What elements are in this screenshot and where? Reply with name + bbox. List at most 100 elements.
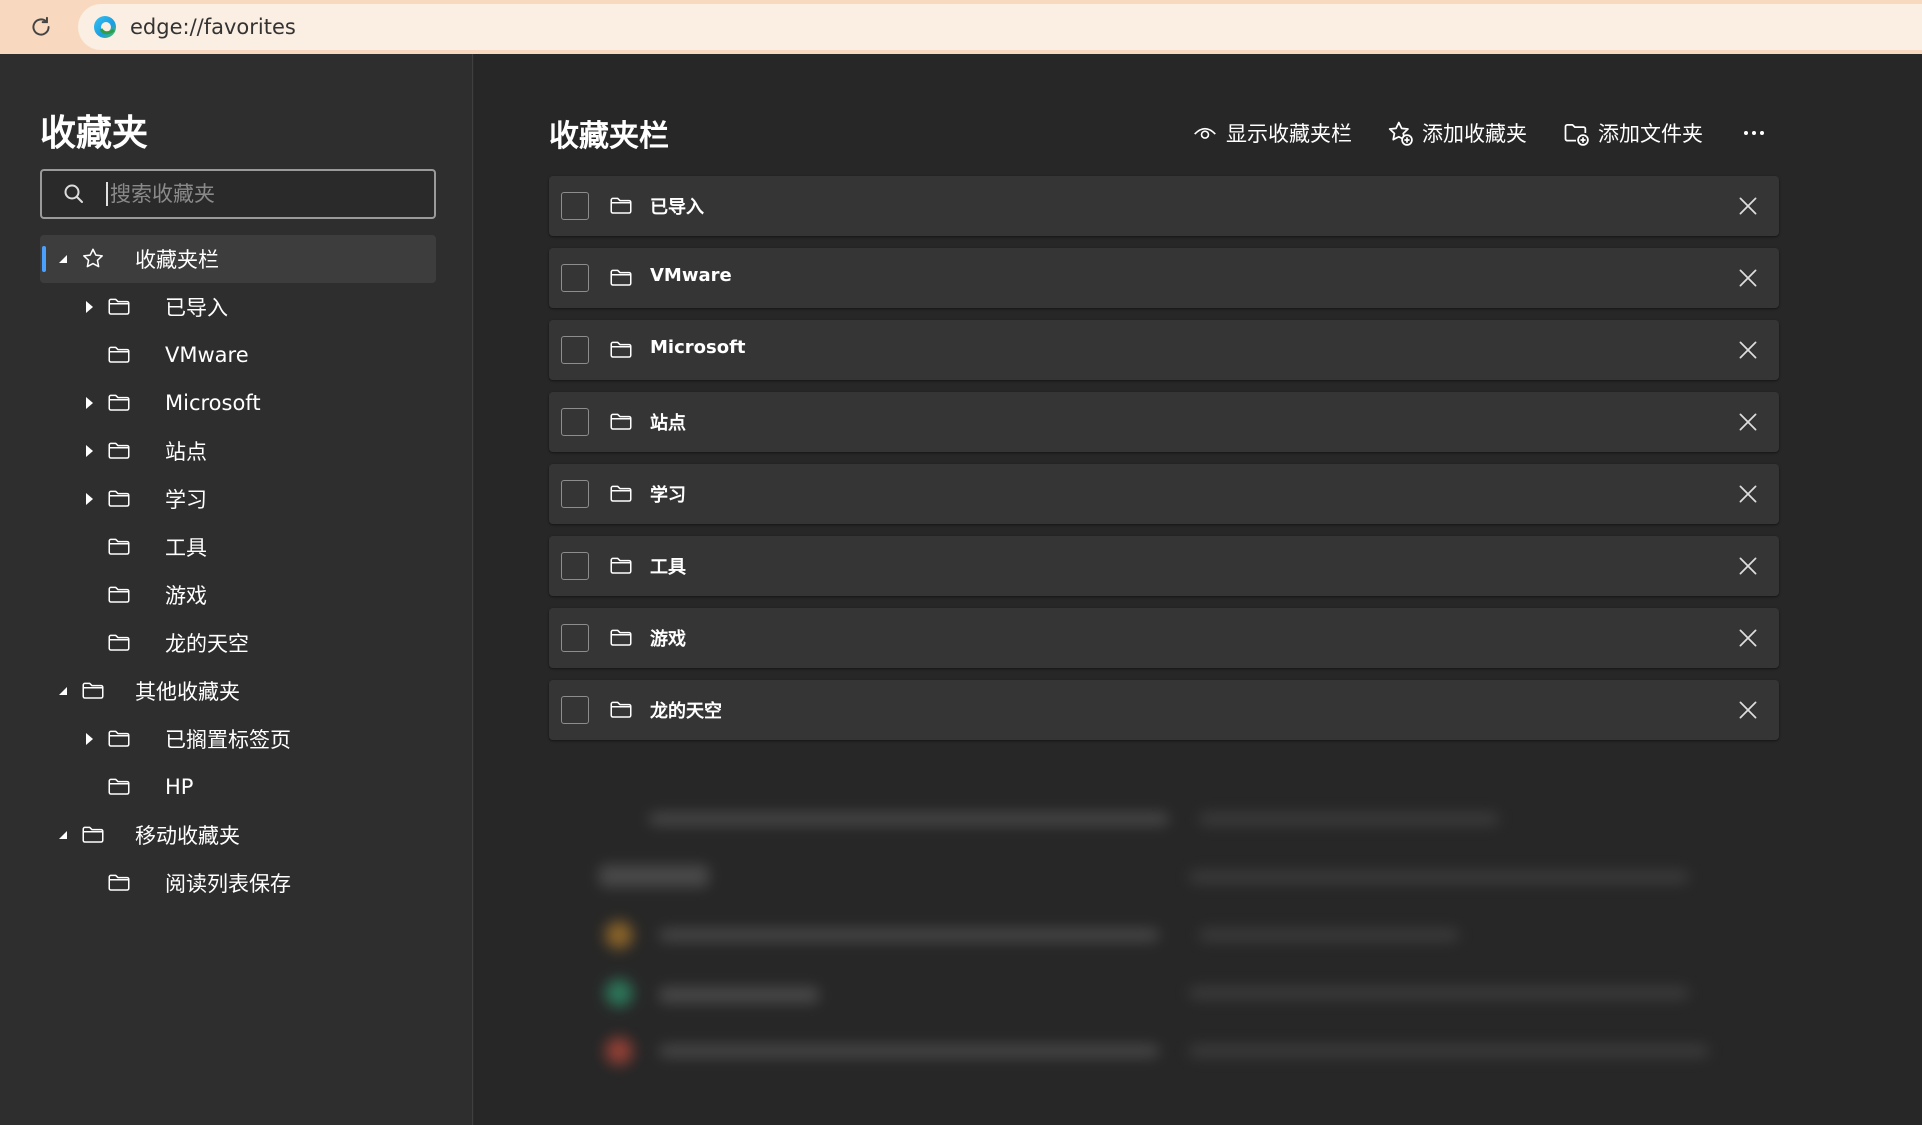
row-label: 工具 <box>650 557 686 578</box>
tree-item-label: Microsoft <box>165 391 261 415</box>
favorite-row[interactable]: 龙的天空 <box>549 680 1779 740</box>
show-favorites-bar-button[interactable]: 显示收藏夹栏 <box>1192 118 1352 148</box>
row-checkbox[interactable] <box>561 696 589 724</box>
close-icon[interactable] <box>1735 409 1761 435</box>
tree-item[interactable]: Microsoft <box>40 379 436 427</box>
url-field[interactable]: edge://favorites <box>78 4 1922 50</box>
row-label: 站点 <box>650 413 686 434</box>
tree-item[interactable]: 工具 <box>40 523 436 571</box>
row-label: 龙的天空 <box>650 701 722 722</box>
favorite-row[interactable]: 工具 <box>549 536 1779 596</box>
favorite-row[interactable]: 已导入 <box>549 176 1779 236</box>
page-title: 收藏夹栏 <box>549 119 669 154</box>
collapse-caret-icon[interactable] <box>82 444 96 458</box>
tree-item[interactable]: 阅读列表保存 <box>40 859 436 907</box>
folder-icon <box>108 346 130 363</box>
folder-add-icon <box>1564 123 1589 146</box>
more-options-icon <box>1744 131 1764 135</box>
favorite-row[interactable]: 站点 <box>549 392 1779 452</box>
close-icon[interactable] <box>1735 481 1761 507</box>
collapse-caret-icon[interactable] <box>82 492 96 506</box>
folder-icon <box>82 826 104 843</box>
folder-icon <box>108 298 130 315</box>
collapse-caret-icon[interactable] <box>82 300 96 314</box>
main-panel: 收藏夹栏 显示收藏夹栏 添加收藏夹 添加文件夹 已导入 VMware Microso… <box>474 54 1922 1125</box>
close-icon[interactable] <box>1735 625 1761 651</box>
blurred-row <box>549 847 1779 905</box>
collapse-caret-icon[interactable] <box>82 732 96 746</box>
row-checkbox[interactable] <box>561 192 589 220</box>
favorite-row[interactable]: Microsoft <box>549 320 1779 380</box>
tree-item-label: 其他收藏夹 <box>135 680 240 704</box>
tree-item[interactable]: 学习 <box>40 475 436 523</box>
row-label: 游戏 <box>650 629 686 650</box>
tree-item-label: 工具 <box>165 536 207 560</box>
tree-item-label: 阅读列表保存 <box>165 872 291 896</box>
close-icon[interactable] <box>1735 337 1761 363</box>
tree-item[interactable]: VMware <box>40 331 436 379</box>
close-icon[interactable] <box>1735 265 1761 291</box>
search-icon <box>64 184 83 203</box>
folder-icon <box>610 413 632 430</box>
add-folder-button[interactable]: 添加文件夹 <box>1562 118 1703 148</box>
row-checkbox[interactable] <box>561 480 589 508</box>
folder-tree: 收藏夹栏已导入 VMware Microsoft 站点学习工具游戏龙的天空其他收藏夹已… <box>40 235 436 907</box>
selection-indicator <box>42 246 46 272</box>
blurred-row <box>549 905 1779 963</box>
tree-item[interactable]: 站点 <box>40 427 436 475</box>
row-label: 已导入 <box>650 197 704 218</box>
eye-icon <box>1194 127 1216 139</box>
folder-icon <box>610 629 632 646</box>
row-checkbox[interactable] <box>561 336 589 364</box>
row-checkbox[interactable] <box>561 624 589 652</box>
folder-icon <box>82 682 104 699</box>
row-checkbox[interactable] <box>561 408 589 436</box>
folder-icon <box>108 394 130 411</box>
tree-item[interactable]: 游戏 <box>40 571 436 619</box>
row-checkbox[interactable] <box>561 264 589 292</box>
tree-item[interactable]: 收藏夹栏 <box>40 235 436 283</box>
folder-icon <box>108 442 130 459</box>
expand-caret-icon[interactable] <box>56 684 70 698</box>
expand-caret-icon[interactable] <box>56 252 70 266</box>
tree-item-label: 收藏夹栏 <box>135 248 219 272</box>
star-add-icon <box>1388 121 1413 146</box>
folder-icon <box>610 197 632 214</box>
tree-item[interactable]: HP <box>40 763 436 811</box>
tree-item[interactable]: 龙的天空 <box>40 619 436 667</box>
folder-icon <box>108 874 130 891</box>
tree-item[interactable]: 已导入 <box>40 283 436 331</box>
tree-item-label: 游戏 <box>165 584 207 608</box>
sidebar-title: 收藏夹 <box>40 113 149 154</box>
tree-item-label: 学习 <box>165 488 207 512</box>
search-input[interactable] <box>106 182 406 206</box>
collapse-caret-icon[interactable] <box>82 396 96 410</box>
tree-item[interactable]: 移动收藏夹 <box>40 811 436 859</box>
add-favorite-button[interactable]: 添加收藏夹 <box>1386 118 1527 148</box>
folder-icon <box>108 730 130 747</box>
more-options-button[interactable] <box>1739 118 1769 148</box>
blurred-content <box>549 789 1779 1109</box>
add-favorite-label: 添加收藏夹 <box>1422 122 1527 146</box>
tree-item-label: 龙的天空 <box>165 632 249 656</box>
tree-item-label: 站点 <box>165 440 207 464</box>
tree-item[interactable]: 其他收藏夹 <box>40 667 436 715</box>
row-label: VMware <box>650 265 732 286</box>
tree-item[interactable]: 已搁置标签页 <box>40 715 436 763</box>
row-label: Microsoft <box>650 337 746 358</box>
search-box[interactable] <box>40 169 436 219</box>
expand-caret-icon[interactable] <box>56 828 70 842</box>
close-icon[interactable] <box>1735 193 1761 219</box>
folder-icon <box>108 586 130 603</box>
favorite-row[interactable]: VMware <box>549 248 1779 308</box>
star-icon <box>83 248 103 268</box>
favorite-row[interactable]: 游戏 <box>549 608 1779 668</box>
favorite-row[interactable]: 学习 <box>549 464 1779 524</box>
refresh-button[interactable] <box>20 6 62 48</box>
folder-icon <box>108 634 130 651</box>
close-icon[interactable] <box>1735 697 1761 723</box>
close-icon[interactable] <box>1735 553 1761 579</box>
row-checkbox[interactable] <box>561 552 589 580</box>
blurred-row <box>549 1021 1779 1079</box>
folder-icon <box>108 490 130 507</box>
